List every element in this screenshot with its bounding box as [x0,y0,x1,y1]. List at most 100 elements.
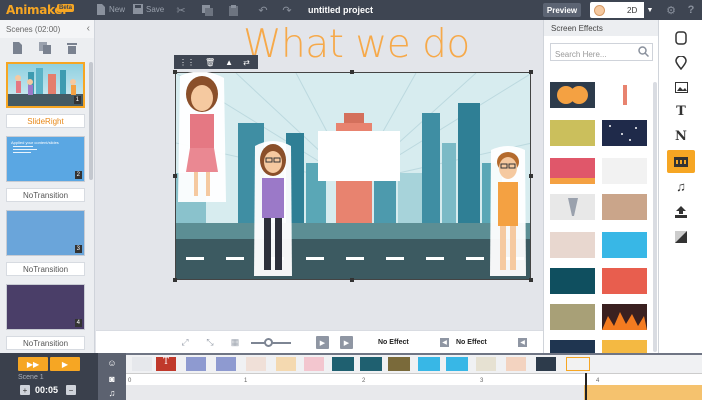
new-button[interactable]: New [96,4,125,15]
effect-thumb[interactable] [602,82,647,108]
effect-thumb[interactable] [550,82,595,108]
headline-text[interactable]: What we do [243,22,470,67]
timeline-ruler[interactable]: 0 1 2 3 4 [126,373,702,385]
swap-icon[interactable]: ⇄ [243,58,250,67]
effect-thumb[interactable] [602,304,647,330]
collapse-left-icon[interactable]: ‹ [87,23,90,34]
cut-icon[interactable]: ✂ [174,3,188,17]
woman-character-glasses[interactable] [252,140,294,278]
delete-icon[interactable]: 🗑 [205,58,215,67]
scene-thumbnail-2[interactable]: Applied your content/slides 2 [6,136,85,182]
effects-search-input[interactable] [551,46,636,63]
effect-next-icon[interactable]: ◀ [518,338,527,347]
effect-thumb[interactable] [550,304,595,330]
woman-character-red[interactable] [176,72,228,206]
timeline-track[interactable]: T 0 1 2 3 4 [126,353,702,400]
timeline-item[interactable] [476,357,496,371]
timeline-item[interactable] [536,357,556,371]
effect-thumb[interactable] [550,232,595,258]
timeline-item[interactable] [246,357,266,371]
effect-thumb[interactable] [602,194,647,220]
play-all-button[interactable]: ▶▶ [18,357,48,371]
fit-screen-icon[interactable]: ⤢ [179,337,191,348]
resize-handle[interactable] [350,70,354,74]
effect-prev-icon[interactable]: ◀ [440,338,449,347]
effect-thumb[interactable] [602,268,647,294]
text-icon[interactable]: T [667,100,695,123]
effect-thumb[interactable] [602,120,647,146]
exit-effect-label[interactable]: No Effect [456,339,487,346]
effect-thumb[interactable] [550,194,595,220]
preview-button[interactable]: Preview [543,3,581,17]
scene-thumbnail-3[interactable]: 3 [6,210,85,256]
mode-select[interactable]: 2D ▼ [590,2,656,18]
scene-transition-4[interactable]: NoTransition [6,336,85,350]
enter-effect-label[interactable]: No Effect [378,339,409,346]
play-scene-button[interactable]: ▶ [50,357,80,371]
scene-transition-3[interactable]: NoTransition [6,262,85,276]
search-icon[interactable] [638,46,649,57]
effects-scrollbar[interactable] [653,82,657,352]
playhead[interactable] [585,373,587,400]
effect-thumb[interactable] [602,158,647,184]
timeline-item[interactable] [216,357,236,371]
paste-icon[interactable] [226,3,240,17]
timeline-item-selected[interactable] [566,357,590,371]
number-icon[interactable]: N [667,125,695,148]
expand-icon[interactable]: ⤡ [204,337,216,348]
upload-icon[interactable] [667,200,695,223]
timeline-item[interactable] [304,357,324,371]
settings-gear-icon[interactable]: ⚙ [664,3,678,17]
scenes-scrollbar[interactable] [89,62,93,180]
timeline-item[interactable] [446,357,468,371]
timeline-item[interactable] [332,357,354,371]
resize-handle[interactable] [173,174,177,178]
duration-plus-button[interactable]: + [20,385,30,395]
warning-icon[interactable]: ▲ [225,58,233,67]
effect-thumb[interactable] [550,268,595,294]
delete-scene-icon[interactable] [67,42,77,54]
background-icon[interactable] [667,225,695,248]
resize-handle[interactable] [173,70,177,74]
help-icon[interactable]: ? [684,3,698,17]
duration-minus-button[interactable]: − [66,385,76,395]
resize-handle[interactable] [173,278,177,282]
scene-transition-1[interactable]: SlideRight [6,114,85,128]
save-button[interactable]: Save [133,4,164,14]
add-scene-icon[interactable] [12,42,23,54]
duplicate-scene-icon[interactable] [39,42,51,54]
scene-transition-2[interactable]: NoTransition [6,188,85,202]
audio-lane[interactable] [126,385,702,400]
resize-handle[interactable] [529,174,533,178]
grid-icon[interactable]: ▦ [229,337,241,348]
effect-thumb[interactable] [602,232,647,258]
undo-icon[interactable]: ↶ [256,3,270,17]
image-icon[interactable] [667,76,695,99]
resize-handle[interactable] [529,278,533,282]
resize-handle[interactable] [350,278,354,282]
scene-canvas[interactable] [175,72,531,280]
timeline-item[interactable] [132,357,152,371]
location-pin-icon[interactable] [667,51,695,74]
character-icon[interactable] [667,26,695,49]
zoom-slider-knob[interactable] [264,338,273,347]
timeline-item[interactable] [276,357,296,371]
effect-thumb[interactable] [550,158,595,184]
timeline-item[interactable] [360,357,382,371]
drag-handle-icon[interactable]: ⋮⋮ [179,58,195,67]
redo-icon[interactable]: ↷ [280,3,294,17]
music-icon[interactable]: ♫ [667,175,695,198]
scene-thumbnail-1[interactable]: 1 [6,62,85,108]
video-icon[interactable] [667,150,695,173]
scene-thumbnail-4[interactable]: 4 [6,284,85,330]
play-scene-icon[interactable]: ▶ [340,336,353,349]
timeline-item[interactable] [506,357,526,371]
copy-icon[interactable] [200,3,214,17]
play-icon[interactable]: ▶ [316,336,329,349]
timeline-item-text[interactable]: T [156,357,176,371]
timeline-item[interactable] [186,357,206,371]
timeline-item[interactable] [418,357,440,371]
timeline-item[interactable] [388,357,410,371]
man-character-glasses[interactable] [488,146,528,278]
effect-thumb[interactable] [550,120,595,146]
